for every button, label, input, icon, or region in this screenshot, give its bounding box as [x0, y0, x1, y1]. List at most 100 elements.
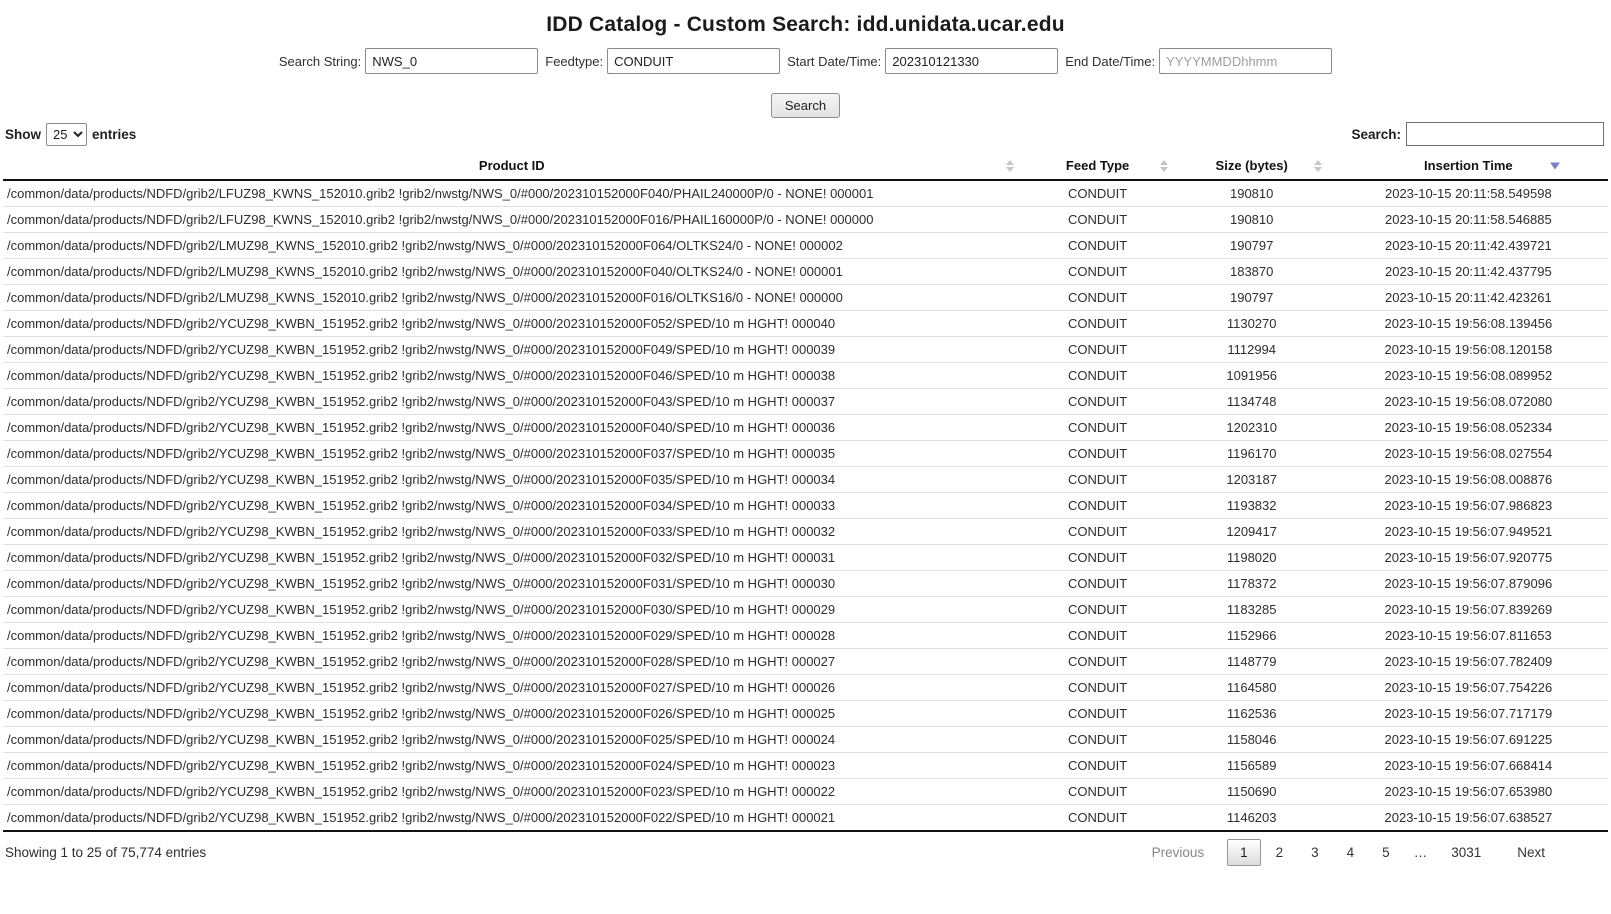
- pagination-previous-button[interactable]: Previous: [1139, 839, 1218, 866]
- product-id-cell: /common/data/products/NDFD/grib2/YCUZ98_…: [3, 727, 1021, 753]
- sort-both-icon: [1314, 160, 1322, 172]
- feed-type-cell: CONDUIT: [1021, 727, 1175, 753]
- table-row: /common/data/products/NDFD/grib2/LMUZ98_…: [3, 285, 1608, 311]
- size-cell: 1158046: [1175, 727, 1329, 753]
- insertion-time-cell: 2023-10-15 19:56:08.089952: [1329, 363, 1608, 389]
- size-cell: 1130270: [1175, 311, 1329, 337]
- size-cell: 190810: [1175, 207, 1329, 233]
- product-id-cell: /common/data/products/NDFD/grib2/YCUZ98_…: [3, 701, 1021, 727]
- page-length-select[interactable]: 25: [46, 123, 87, 146]
- size-cell: 1091956: [1175, 363, 1329, 389]
- table-row: /common/data/products/NDFD/grib2/LFUZ98_…: [3, 180, 1608, 207]
- search-button[interactable]: Search: [771, 93, 840, 118]
- feed-type-cell: CONDUIT: [1021, 701, 1175, 727]
- size-cell: 1196170: [1175, 441, 1329, 467]
- search-string-label: Search String:: [279, 54, 361, 69]
- table-controls: Show 25 entries Search:: [3, 122, 1608, 146]
- product-id-cell: /common/data/products/NDFD/grib2/LMUZ98_…: [3, 285, 1021, 311]
- size-cell: 1146203: [1175, 805, 1329, 832]
- feed-type-cell: CONDUIT: [1021, 675, 1175, 701]
- product-id-cell: /common/data/products/NDFD/grib2/LFUZ98_…: [3, 207, 1021, 233]
- feed-type-cell: CONDUIT: [1021, 597, 1175, 623]
- pagination-next-button[interactable]: Next: [1504, 839, 1558, 866]
- table-row: /common/data/products/NDFD/grib2/YCUZ98_…: [3, 519, 1608, 545]
- pagination-page-3031[interactable]: 3031: [1438, 839, 1494, 866]
- size-cell: 183870: [1175, 259, 1329, 285]
- table-row: /common/data/products/NDFD/grib2/YCUZ98_…: [3, 753, 1608, 779]
- feed-type-cell: CONDUIT: [1021, 779, 1175, 805]
- start-datetime-input[interactable]: [885, 48, 1058, 74]
- pagination-pages: 12345…3031: [1225, 839, 1494, 866]
- column-header-product-id[interactable]: Product ID: [3, 152, 1021, 180]
- size-cell: 1134748: [1175, 389, 1329, 415]
- column-header-insertion-time[interactable]: Insertion Time: [1329, 152, 1608, 180]
- table-body: /common/data/products/NDFD/grib2/LFUZ98_…: [3, 180, 1608, 831]
- table-row: /common/data/products/NDFD/grib2/YCUZ98_…: [3, 597, 1608, 623]
- pagination: Previous 12345…3031 Next: [1137, 839, 1558, 866]
- size-cell: 190810: [1175, 180, 1329, 207]
- pagination-page-3[interactable]: 3: [1298, 839, 1332, 866]
- feed-type-cell: CONDUIT: [1021, 571, 1175, 597]
- insertion-time-cell: 2023-10-15 20:11:42.423261: [1329, 285, 1608, 311]
- insertion-time-cell: 2023-10-15 20:11:58.549598: [1329, 180, 1608, 207]
- column-header-size[interactable]: Size (bytes): [1175, 152, 1329, 180]
- feed-type-cell: CONDUIT: [1021, 180, 1175, 207]
- column-header-feed-type[interactable]: Feed Type: [1021, 152, 1175, 180]
- search-string-input[interactable]: [365, 48, 538, 74]
- table-row: /common/data/products/NDFD/grib2/YCUZ98_…: [3, 701, 1608, 727]
- search-string-group: Search String:: [279, 48, 538, 74]
- table-row: /common/data/products/NDFD/grib2/YCUZ98_…: [3, 649, 1608, 675]
- product-id-cell: /common/data/products/NDFD/grib2/YCUZ98_…: [3, 415, 1021, 441]
- size-cell: 1164580: [1175, 675, 1329, 701]
- insertion-time-cell: 2023-10-15 19:56:08.052334: [1329, 415, 1608, 441]
- table-filter-input[interactable]: [1406, 122, 1604, 146]
- table-row: /common/data/products/NDFD/grib2/YCUZ98_…: [3, 571, 1608, 597]
- show-label: Show: [5, 127, 41, 142]
- sort-both-icon: [1006, 160, 1014, 172]
- insertion-time-cell: 2023-10-15 19:56:07.668414: [1329, 753, 1608, 779]
- product-id-cell: /common/data/products/NDFD/grib2/YCUZ98_…: [3, 545, 1021, 571]
- feedtype-input[interactable]: [607, 48, 780, 74]
- table-row: /common/data/products/NDFD/grib2/YCUZ98_…: [3, 493, 1608, 519]
- size-cell: 1148779: [1175, 649, 1329, 675]
- product-id-cell: /common/data/products/NDFD/grib2/YCUZ98_…: [3, 779, 1021, 805]
- product-id-cell: /common/data/products/NDFD/grib2/YCUZ98_…: [3, 649, 1021, 675]
- search-button-row: Search: [3, 93, 1608, 118]
- header-row: Product ID Feed Type Size (bytes) Insert…: [3, 152, 1608, 180]
- feed-type-cell: CONDUIT: [1021, 467, 1175, 493]
- feed-type-cell: CONDUIT: [1021, 753, 1175, 779]
- insertion-time-cell: 2023-10-15 19:56:07.879096: [1329, 571, 1608, 597]
- insertion-time-cell: 2023-10-15 19:56:07.653980: [1329, 779, 1608, 805]
- table-footer: Showing 1 to 25 of 75,774 entries Previo…: [3, 839, 1608, 866]
- pagination-page-5[interactable]: 5: [1369, 839, 1403, 866]
- insertion-time-cell: 2023-10-15 19:56:07.986823: [1329, 493, 1608, 519]
- insertion-time-cell: 2023-10-15 19:56:07.811653: [1329, 623, 1608, 649]
- table-row: /common/data/products/NDFD/grib2/YCUZ98_…: [3, 311, 1608, 337]
- feedtype-group: Feedtype:: [545, 48, 780, 74]
- pagination-page-1[interactable]: 1: [1227, 839, 1261, 866]
- size-cell: 1178372: [1175, 571, 1329, 597]
- size-cell: 190797: [1175, 285, 1329, 311]
- size-cell: 1162536: [1175, 701, 1329, 727]
- table-row: /common/data/products/NDFD/grib2/YCUZ98_…: [3, 623, 1608, 649]
- table-row: /common/data/products/NDFD/grib2/YCUZ98_…: [3, 727, 1608, 753]
- table-row: /common/data/products/NDFD/grib2/YCUZ98_…: [3, 337, 1608, 363]
- pagination-page-4[interactable]: 4: [1334, 839, 1368, 866]
- product-id-cell: /common/data/products/NDFD/grib2/YCUZ98_…: [3, 675, 1021, 701]
- pagination-page-2[interactable]: 2: [1263, 839, 1297, 866]
- insertion-time-cell: 2023-10-15 19:56:07.920775: [1329, 545, 1608, 571]
- sort-desc-icon: [1550, 162, 1560, 169]
- insertion-time-cell: 2023-10-15 19:56:07.949521: [1329, 519, 1608, 545]
- page-length-control: Show 25 entries: [5, 123, 136, 146]
- insertion-time-cell: 2023-10-15 20:11:42.439721: [1329, 233, 1608, 259]
- table-info: Showing 1 to 25 of 75,774 entries: [5, 845, 206, 860]
- product-id-cell: /common/data/products/NDFD/grib2/YCUZ98_…: [3, 571, 1021, 597]
- end-datetime-input[interactable]: [1159, 48, 1332, 74]
- feed-type-cell: CONDUIT: [1021, 623, 1175, 649]
- table-row: /common/data/products/NDFD/grib2/LMUZ98_…: [3, 259, 1608, 285]
- entries-label: entries: [92, 127, 136, 142]
- size-cell: 1183285: [1175, 597, 1329, 623]
- feed-type-cell: CONDUIT: [1021, 337, 1175, 363]
- end-datetime-label: End Date/Time:: [1065, 54, 1155, 69]
- custom-search-form: Search String: Feedtype: Start Date/Time…: [3, 48, 1608, 74]
